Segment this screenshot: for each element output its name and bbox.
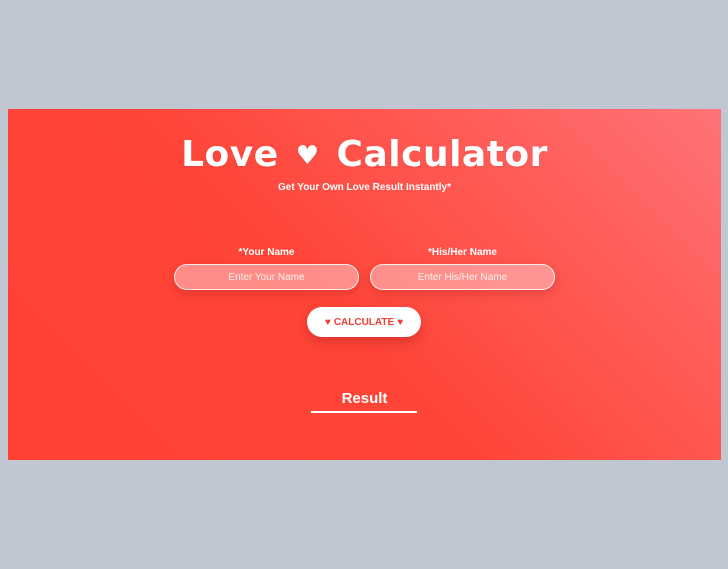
your-name-input[interactable] xyxy=(174,264,359,290)
their-name-input[interactable] xyxy=(370,264,555,290)
their-name-label: *His/Her Name xyxy=(428,247,497,258)
your-name-field: *Your Name xyxy=(174,247,359,290)
heart-icon: ♥ xyxy=(295,141,320,171)
result-label: Result xyxy=(341,390,388,407)
their-name-field: *His/Her Name xyxy=(370,247,555,290)
page-title: Love ♥ Calculator xyxy=(8,131,721,182)
heart-icon: ♥ xyxy=(324,316,331,328)
heart-icon: ♥ xyxy=(397,316,404,328)
page-subtitle: Get Your Own Love Result Instantly* xyxy=(278,182,451,193)
calculate-button[interactable]: ♥ CALCULATE ♥ xyxy=(307,307,421,337)
title-calculator-text: Calculator xyxy=(336,134,548,175)
love-calculator-card: Love ♥ Calculator Get Your Own Love Resu… xyxy=(8,109,721,460)
calculate-button-label: CALCULATE xyxy=(333,316,395,328)
result-underline xyxy=(311,411,417,413)
title-love-text: Love xyxy=(181,134,279,175)
your-name-label: *Your Name xyxy=(238,247,295,258)
